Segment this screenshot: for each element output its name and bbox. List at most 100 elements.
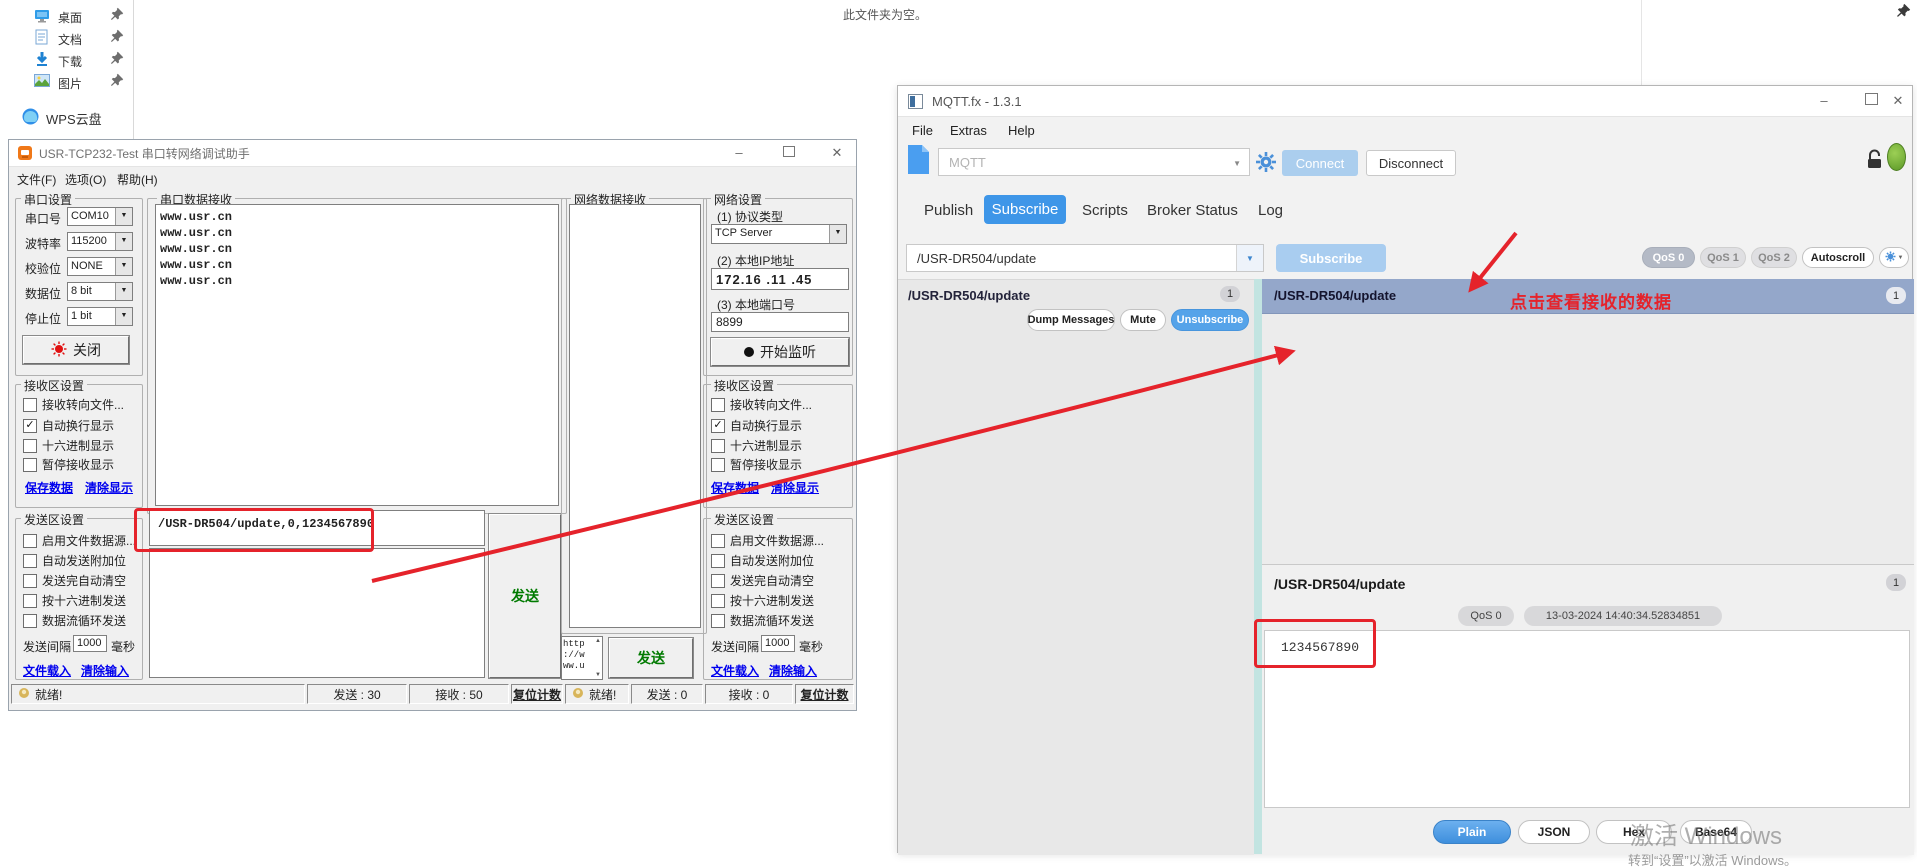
- net-recv-listbox[interactable]: [569, 204, 701, 628]
- menu-file[interactable]: File: [912, 123, 933, 138]
- usr-titlebar[interactable]: USR-TCP232-Test 串口转网络调试助手 – ✕: [9, 140, 856, 167]
- tab-publish[interactable]: Publish: [924, 202, 973, 219]
- qos0-button[interactable]: QoS 0: [1642, 247, 1695, 268]
- message-list-panel: /USR-DR504/update 1 /USR-DR504/update 1 …: [1262, 279, 1914, 854]
- pin-icon[interactable]: [110, 29, 124, 48]
- load-file-link[interactable]: 文件载入: [23, 662, 71, 679]
- menu-help[interactable]: Help: [1008, 123, 1035, 138]
- serial-send-textarea[interactable]: [149, 548, 485, 678]
- checkbox-pause-recv[interactable]: 暂停接收显示: [23, 456, 114, 473]
- mute-button[interactable]: Mute: [1120, 309, 1166, 331]
- checkbox-clear-after-send[interactable]: 发送完自动清空: [23, 572, 126, 589]
- clear-display-link[interactable]: 清除显示: [85, 479, 133, 496]
- menu-file[interactable]: 文件(F): [17, 171, 56, 189]
- checkbox-hex-display-net[interactable]: 十六进制显示: [711, 437, 802, 454]
- serial-recv-listbox[interactable]: www.usr.cn www.usr.cn www.usr.cn www.usr…: [155, 204, 559, 506]
- panel-divider[interactable]: [1254, 279, 1262, 854]
- pin-icon[interactable]: [1896, 3, 1911, 23]
- chevron-down-icon[interactable]: ▼: [1236, 245, 1263, 271]
- topic-select[interactable]: /USR-DR504/update ▼: [906, 244, 1264, 272]
- close-serial-button[interactable]: 关闭: [23, 336, 129, 364]
- checkbox-loop-send-net[interactable]: 数据流循环发送: [711, 612, 814, 629]
- save-data-link[interactable]: 保存数据: [25, 479, 73, 496]
- scroll-down-icon[interactable]: ▼: [595, 672, 601, 678]
- clear-input-link-net[interactable]: 清除输入: [769, 662, 817, 679]
- net-send-input[interactable]: http ://w ww.u ▲ ▼: [561, 636, 603, 680]
- checkbox-file-source[interactable]: 启用文件数据源...: [23, 532, 136, 549]
- usr-app-icon: [17, 145, 33, 166]
- menu-options[interactable]: 选项(O): [65, 171, 106, 189]
- dump-messages-button[interactable]: Dump Messages: [1027, 309, 1115, 331]
- serial-send-input[interactable]: /USR-DR504/update,0,1234567890: [149, 510, 485, 546]
- pin-icon[interactable]: [110, 73, 124, 92]
- checkbox-file-source-net[interactable]: 启用文件数据源...: [711, 532, 824, 549]
- sidebar-item-wps-cloud[interactable]: WPS云盘: [20, 106, 140, 128]
- local-port-input[interactable]: 8899: [711, 312, 849, 332]
- checkbox-pause-recv-net[interactable]: 暂停接收显示: [711, 456, 802, 473]
- menu-help[interactable]: 帮助(H): [117, 171, 158, 189]
- document-icon: [35, 29, 49, 50]
- mqtt-titlebar[interactable]: MQTT.fx - 1.3.1 – ✕: [898, 86, 1912, 117]
- save-data-link-net[interactable]: 保存数据: [711, 479, 759, 496]
- send-interval-input[interactable]: 1000: [73, 635, 107, 652]
- reset-count-serial[interactable]: 复位计数: [511, 684, 563, 704]
- menu-extras[interactable]: Extras: [950, 123, 987, 138]
- checkbox-recv-to-file-net[interactable]: 接收转向文件...: [711, 396, 812, 413]
- protocol-select[interactable]: TCP Server▼: [711, 224, 847, 244]
- reset-count-net[interactable]: 复位计数: [795, 684, 854, 704]
- clear-display-link-net[interactable]: 清除显示: [771, 479, 819, 496]
- data-bits-select[interactable]: 8 bit▼: [67, 282, 133, 301]
- tab-subscribe[interactable]: Subscribe: [984, 195, 1066, 224]
- pin-icon[interactable]: [110, 51, 124, 70]
- qos2-button[interactable]: QoS 2: [1751, 247, 1797, 268]
- checkbox-clear-after-send-net[interactable]: 发送完自动清空: [711, 572, 814, 589]
- profile-select[interactable]: MQTT ▼: [938, 148, 1250, 176]
- payload-text: 1234567890: [1281, 640, 1359, 655]
- checkbox-hex-display[interactable]: 十六进制显示: [23, 437, 114, 454]
- checkbox-recv-to-file[interactable]: 接收转向文件...: [23, 396, 124, 413]
- net-send-button[interactable]: 发送: [609, 638, 693, 678]
- com-port-select[interactable]: COM10▼: [67, 207, 133, 226]
- connection-status-light: [1887, 143, 1906, 171]
- format-plain-button[interactable]: Plain: [1433, 820, 1511, 844]
- disconnect-button[interactable]: Disconnect: [1366, 150, 1456, 176]
- unsubscribe-button[interactable]: Unsubscribe: [1171, 309, 1249, 331]
- format-json-button[interactable]: JSON: [1518, 820, 1590, 844]
- gear-icon[interactable]: [1255, 151, 1277, 178]
- send-interval-input-net[interactable]: 1000: [761, 635, 795, 652]
- checkbox-auto-wrap-net[interactable]: ✓自动换行显示: [711, 417, 802, 434]
- autoscroll-button[interactable]: Autoscroll: [1802, 247, 1874, 268]
- message-detail-pane: /USR-DR504/update 1 QoS 0 13-03-2024 14:…: [1262, 564, 1914, 855]
- subscription-list-item[interactable]: /USR-DR504/update 1 Dump Messages Mute U…: [898, 280, 1254, 338]
- minimize-button[interactable]: –: [721, 142, 757, 164]
- tab-broker-status[interactable]: Broker Status: [1147, 202, 1238, 219]
- tab-log[interactable]: Log: [1258, 202, 1283, 219]
- load-file-link-net[interactable]: 文件载入: [711, 662, 759, 679]
- checkbox-loop-send[interactable]: 数据流循环发送: [23, 612, 126, 629]
- serial-send-button[interactable]: 发送: [489, 514, 561, 678]
- local-ip-input[interactable]: 172.16 .11 .45: [711, 268, 849, 290]
- checkbox-auto-append[interactable]: 自动发送附加位: [23, 552, 126, 569]
- start-listen-button[interactable]: 开始监听: [711, 338, 849, 366]
- connect-button[interactable]: Connect: [1282, 150, 1358, 176]
- checkbox-send-hex[interactable]: 按十六进制发送: [23, 592, 126, 609]
- stop-bits-select[interactable]: 1 bit▼: [67, 307, 133, 326]
- checkbox-auto-wrap[interactable]: ✓自动换行显示: [23, 417, 114, 434]
- scroll-up-icon[interactable]: ▲: [595, 638, 601, 644]
- qos1-button[interactable]: QoS 1: [1700, 247, 1746, 268]
- checkbox-auto-append-net[interactable]: 自动发送附加位: [711, 552, 814, 569]
- field-label: 发送间隔: [23, 638, 71, 655]
- minimize-button[interactable]: –: [1806, 90, 1842, 112]
- subscription-settings-button[interactable]: ▼: [1879, 247, 1909, 268]
- checkbox-send-hex-net[interactable]: 按十六进制发送: [711, 592, 814, 609]
- message-topic: /USR-DR504/update: [1274, 288, 1396, 303]
- close-button[interactable]: ✕: [1884, 90, 1912, 112]
- subscribe-button[interactable]: Subscribe: [1276, 244, 1386, 272]
- tab-scripts[interactable]: Scripts: [1082, 202, 1128, 219]
- maximize-button[interactable]: [771, 142, 807, 164]
- clear-input-link[interactable]: 清除输入: [81, 662, 129, 679]
- close-button[interactable]: ✕: [819, 142, 855, 164]
- pin-icon[interactable]: [110, 7, 124, 26]
- baud-rate-select[interactable]: 115200▼: [67, 232, 133, 251]
- parity-select[interactable]: NONE▼: [67, 257, 133, 276]
